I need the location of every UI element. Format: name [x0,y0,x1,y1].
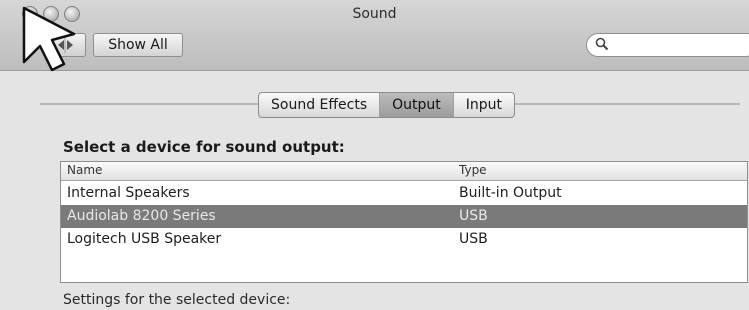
table-header: Name Type [61,162,747,181]
arrow-pointer-icon [22,6,76,72]
device-name: Audiolab 8200 Series [67,208,216,224]
device-type: USB [459,208,488,224]
search-field[interactable] [586,33,749,57]
device-name: Internal Speakers [67,185,190,201]
column-header-type[interactable]: Type [459,163,487,177]
device-settings-label: Settings for the selected device: [63,292,291,308]
window-title: Sound [352,6,397,22]
show-all-button[interactable]: Show All [93,33,183,57]
device-row-selected[interactable]: Audiolab 8200 Series USB [61,205,747,228]
column-header-name[interactable]: Name [67,163,102,177]
output-device-heading: Select a device for sound output: [63,138,345,156]
tab-bar: Sound Effects Output Input [258,92,516,118]
tab-input[interactable]: Input [454,93,514,117]
device-row[interactable]: Internal Speakers Built-in Output [61,182,747,205]
tab-output[interactable]: Output [380,93,454,117]
device-type: USB [459,231,488,247]
tab-sound-effects[interactable]: Sound Effects [259,93,381,117]
device-type: Built-in Output [459,185,562,201]
sound-preferences-window: Sound Show All Sound Effects Output Inpu… [0,0,749,310]
device-name: Logitech USB Speaker [67,231,222,247]
output-device-table[interactable]: Name Type Internal Speakers Built-in Out… [60,161,748,283]
device-row[interactable]: Logitech USB Speaker USB [61,228,747,251]
window-titlebar: Sound Show All [0,0,749,71]
search-icon [595,37,609,51]
